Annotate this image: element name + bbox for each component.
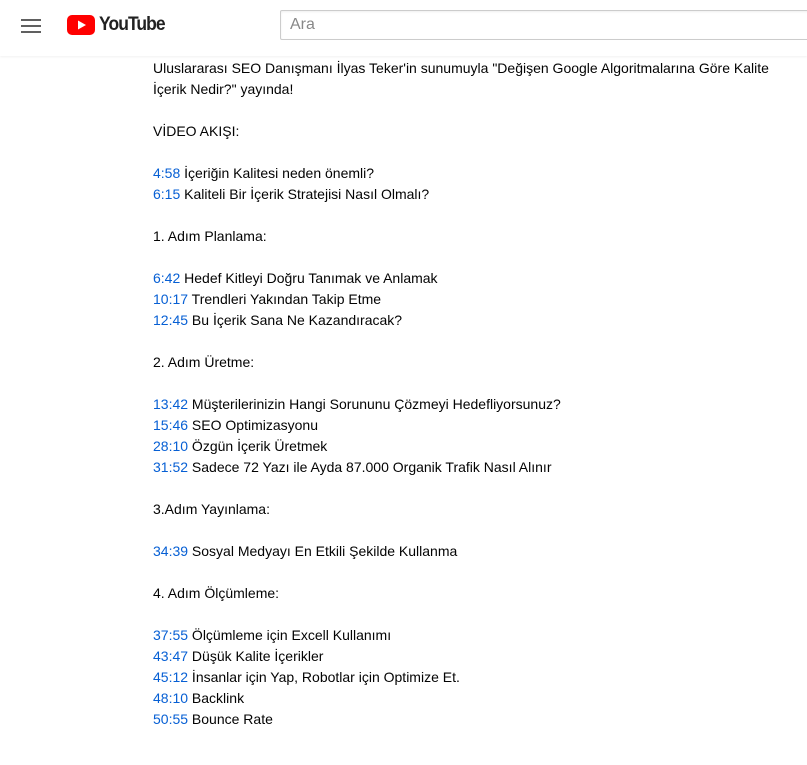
- chapter-title: Müşterilerinizin Hangi Sorununu Çözmeyi …: [188, 396, 561, 412]
- chapter-title: İnsanlar için Yap, Robotlar için Optimiz…: [188, 669, 460, 685]
- chapter-title: Özgün İçerik Üretmek: [188, 438, 328, 454]
- chapter-title: Bu İçerik Sana Ne Kazandıracak?: [188, 312, 403, 328]
- chapter-item: 34:39 Sosyal Medyayı En Etkili Şekilde K…: [153, 541, 773, 562]
- section-title: 1. Adım Planlama:: [153, 228, 267, 244]
- chapter-item: 13:42 Müşterilerinizin Hangi Sorununu Çö…: [153, 394, 773, 415]
- chapter-timestamp-link[interactable]: 50:55: [153, 711, 188, 727]
- chapter-item: 37:55 Ölçümleme için Excell Kullanımı: [153, 625, 773, 646]
- masthead: YouTube: [0, 0, 807, 56]
- chapter-item: 12:45 Bu İçerik Sana Ne Kazandıracak?: [153, 310, 773, 331]
- chapter-title: Sosyal Medyayı En Etkili Şekilde Kullanm…: [188, 543, 458, 559]
- chapter-item: 28:10 Özgün İçerik Üretmek: [153, 436, 773, 457]
- chapter-timestamp-link[interactable]: 43:47: [153, 648, 188, 664]
- chapter-item: 48:10 Backlink: [153, 688, 773, 709]
- chapter-timestamp-link[interactable]: 34:39: [153, 543, 188, 559]
- chapter-title: İçeriğin Kalitesi neden önemli?: [180, 165, 375, 181]
- chapter-timestamp-link[interactable]: 4:58: [153, 165, 180, 181]
- chapter-title: Ölçümleme için Excell Kullanımı: [188, 627, 392, 643]
- chapter-title: Hedef Kitleyi Doğru Tanımak ve Anlamak: [180, 270, 438, 286]
- chapter-item: 43:47 Düşük Kalite İçerikler: [153, 646, 773, 667]
- chapter-item: 50:55 Bounce Rate: [153, 709, 773, 730]
- chapter-timestamp-link[interactable]: 13:42: [153, 396, 188, 412]
- chapter-item: 31:52 Sadece 72 Yazı ile Ayda 87.000 Org…: [153, 457, 773, 478]
- flow-title: VİDEO AKIŞI:: [153, 123, 240, 139]
- chapter-item: 4:58 İçeriğin Kalitesi neden önemli?: [153, 163, 773, 184]
- menu-icon[interactable]: [21, 16, 41, 40]
- chapter-timestamp-link[interactable]: 31:52: [153, 459, 188, 475]
- section-title: 2. Adım Üretme:: [153, 354, 255, 370]
- chapter-title: Sadece 72 Yazı ile Ayda 87.000 Organik T…: [188, 459, 552, 475]
- section-title: 3.Adım Yayınlama:: [153, 501, 270, 517]
- chapter-timestamp-link[interactable]: 6:42: [153, 270, 180, 286]
- chapter-item: 10:17 Trendleri Yakından Takip Etme: [153, 289, 773, 310]
- chapter-title: Backlink: [188, 690, 245, 706]
- logo-wordmark: YouTube: [99, 14, 166, 35]
- chapter-timestamp-link[interactable]: 37:55: [153, 627, 188, 643]
- chapter-title: Düşük Kalite İçerikler: [188, 648, 324, 664]
- chapter-title: Bounce Rate: [188, 711, 273, 727]
- chapter-timestamp-link[interactable]: 45:12: [153, 669, 188, 685]
- youtube-logo[interactable]: YouTube: [67, 14, 170, 36]
- chapter-timestamp-link[interactable]: 15:46: [153, 417, 188, 433]
- chapter-timestamp-link[interactable]: 28:10: [153, 438, 188, 454]
- intro-text: Uluslararası SEO Danışmanı İlyas Teker'i…: [153, 60, 769, 97]
- chapter-timestamp-link[interactable]: 48:10: [153, 690, 188, 706]
- chapter-item: 6:15 Kaliteli Bir İçerik Stratejisi Nası…: [153, 184, 773, 205]
- chapter-item: 45:12 İnsanlar için Yap, Robotlar için O…: [153, 667, 773, 688]
- chapter-timestamp-link[interactable]: 12:45: [153, 312, 188, 328]
- chapter-item: 6:42 Hedef Kitleyi Doğru Tanımak ve Anla…: [153, 268, 773, 289]
- video-description: Uluslararası SEO Danışmanı İlyas Teker'i…: [153, 58, 773, 730]
- section-title: 4. Adım Ölçümleme:: [153, 585, 280, 601]
- chapter-title: Kaliteli Bir İçerik Stratejisi Nasıl Olm…: [180, 186, 430, 202]
- play-logo-icon: [67, 15, 95, 35]
- search-input[interactable]: [280, 10, 807, 40]
- chapter-item: 15:46 SEO Optimizasyonu: [153, 415, 773, 436]
- chapter-timestamp-link[interactable]: 10:17: [153, 291, 188, 307]
- chapter-timestamp-link[interactable]: 6:15: [153, 186, 180, 202]
- chapter-title: Trendleri Yakından Takip Etme: [188, 291, 382, 307]
- chapter-title: SEO Optimizasyonu: [188, 417, 318, 433]
